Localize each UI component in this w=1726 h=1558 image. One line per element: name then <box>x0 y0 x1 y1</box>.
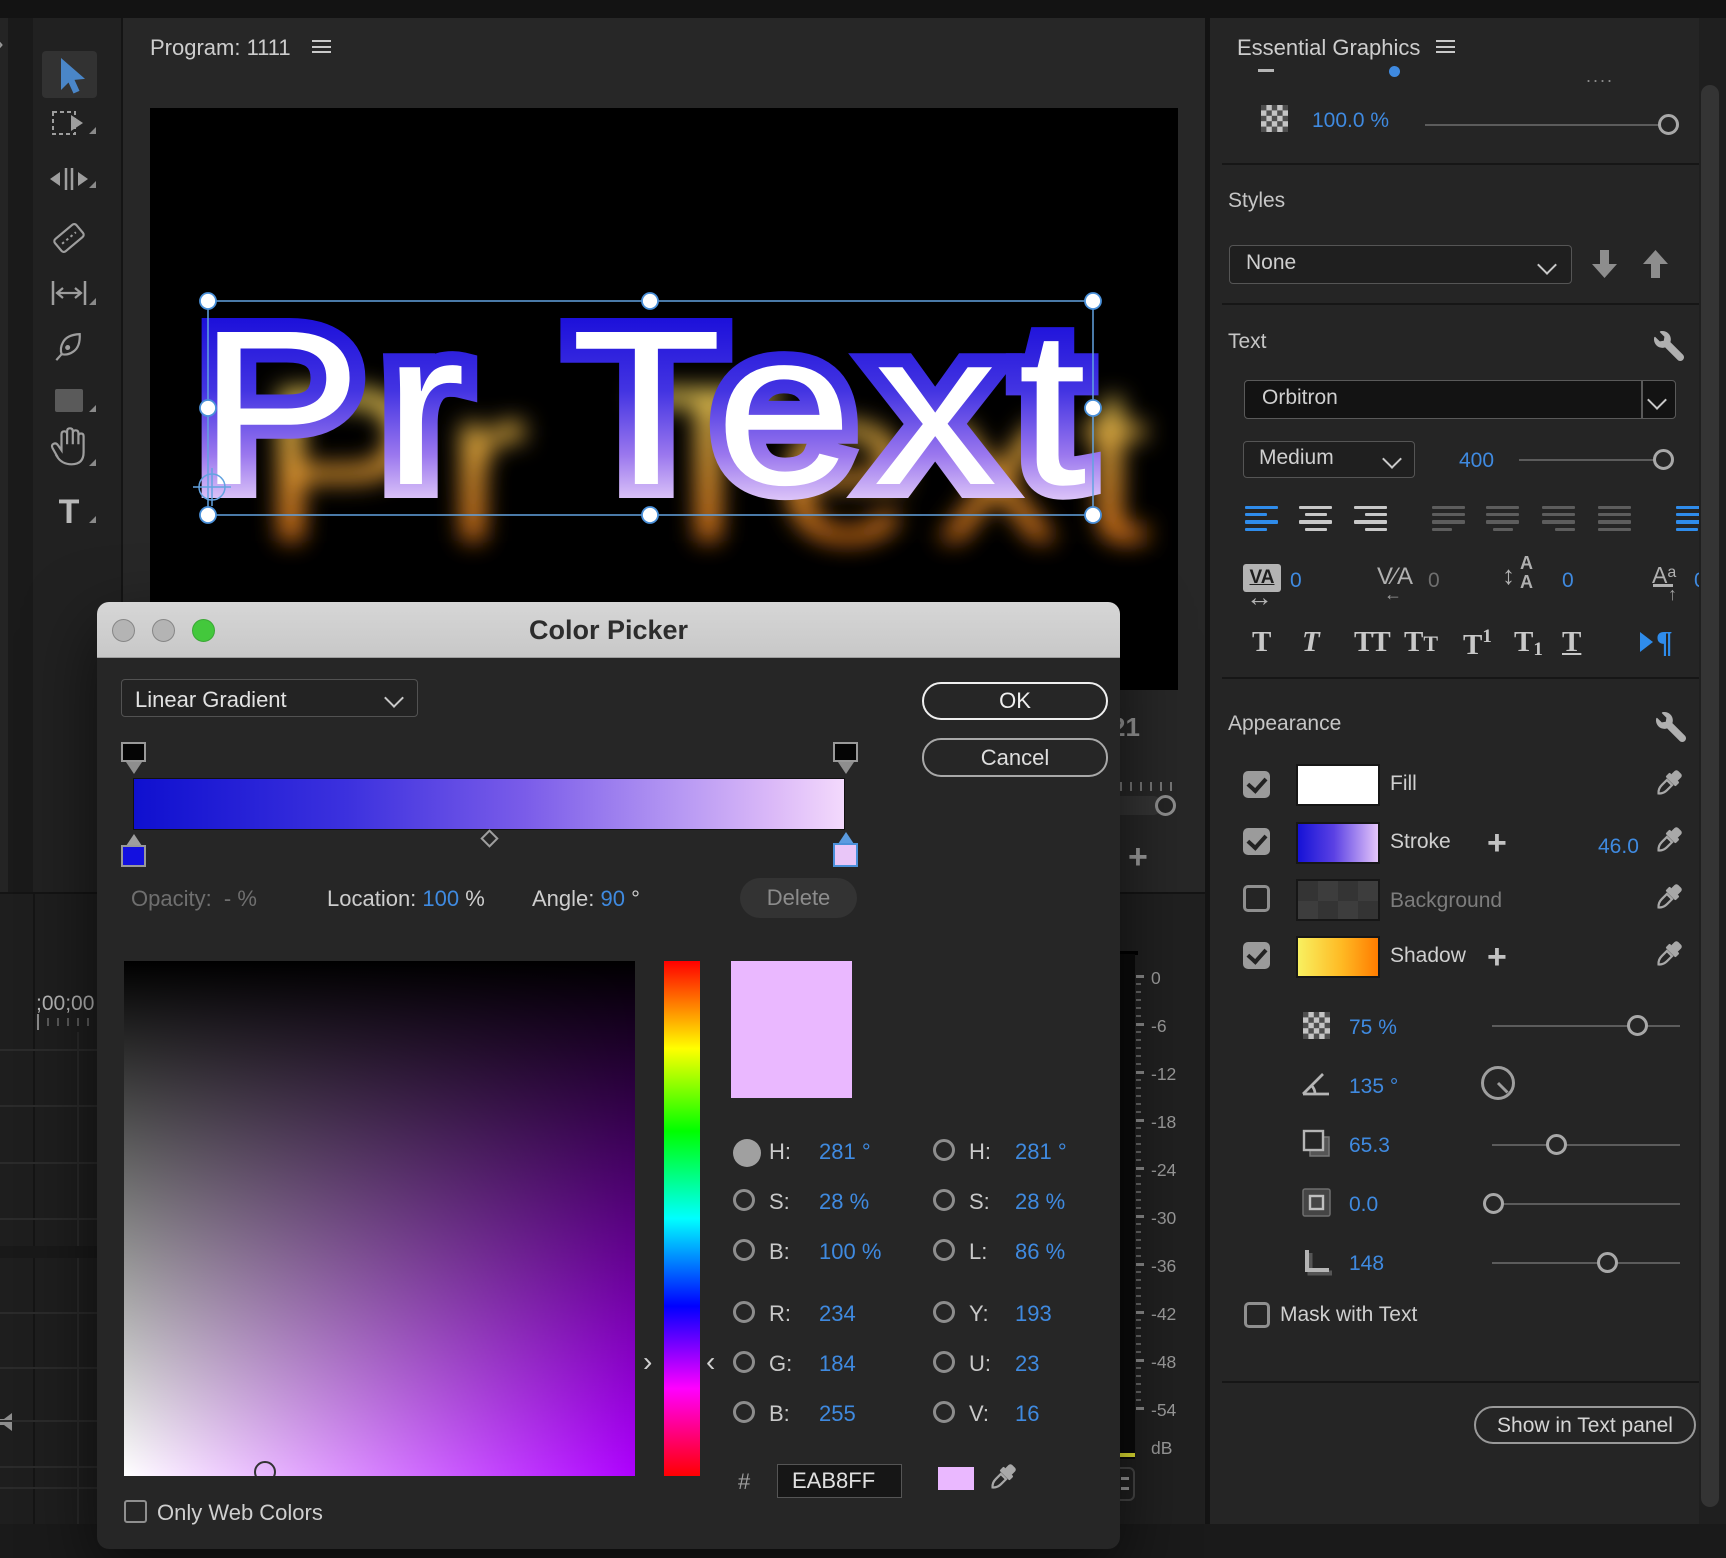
svg-text:Pr Text: Pr Text <box>197 284 1107 531</box>
svg-text:T: T <box>59 493 80 531</box>
